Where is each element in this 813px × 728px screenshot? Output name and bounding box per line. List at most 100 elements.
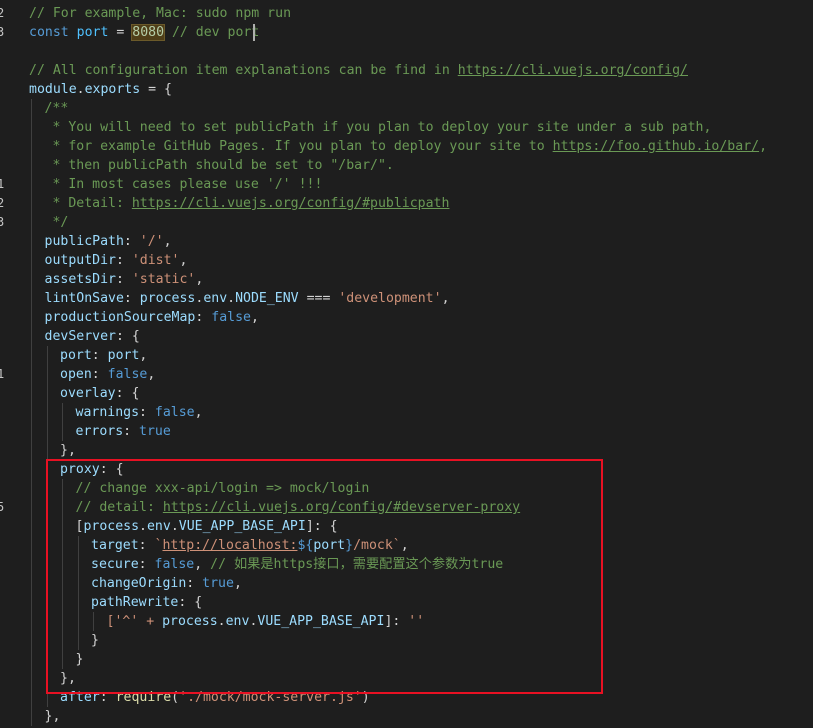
indent-guide [62, 536, 63, 555]
indent-guide [46, 688, 48, 707]
code-token: exports [84, 82, 141, 97]
code-line[interactable]: ['^' + process.env.VUE_APP_BASE_API]: '' [107, 612, 425, 631]
code-token: https://cli.vuejs.org/config/#publicpath [131, 196, 450, 211]
code-line[interactable]: */ [45, 213, 68, 232]
indent-guide [31, 118, 32, 137]
code-line[interactable]: } [76, 650, 84, 669]
code-line[interactable]: assetsDir: 'static', [45, 270, 204, 289]
indent-guide [46, 612, 48, 631]
code-token: VUE_APP_BASE_API [257, 614, 385, 629]
code-line[interactable]: after: require('./mock/mock-server.js') [60, 688, 370, 707]
code-token: . [139, 519, 147, 534]
code-line[interactable]: const port = 8080 // dev port [29, 23, 259, 42]
code-line[interactable]: publicPath: '/', [45, 232, 172, 251]
indent-guide [46, 669, 48, 688]
code-line[interactable]: open: false, [60, 365, 155, 384]
code-line[interactable]: [process.env.VUE_APP_BASE_API]: { [76, 517, 338, 536]
code-token: errors [75, 424, 124, 439]
code-token: }, [60, 443, 76, 458]
code-token: env [146, 519, 171, 534]
code-line[interactable]: module.exports = { [29, 80, 172, 99]
indent-guide [93, 612, 94, 631]
code-line[interactable]: }, [60, 669, 76, 688]
indent-guide [62, 612, 63, 631]
code-token: ( [171, 690, 180, 705]
code-token: false [211, 310, 251, 325]
code-token: process [139, 291, 196, 306]
code-token: false [154, 557, 195, 572]
code-token: /mock` [353, 538, 401, 553]
code-line[interactable]: * In most cases please use '/' !!! [45, 175, 322, 194]
indent-guide [31, 156, 32, 175]
code-token: . [76, 82, 85, 97]
code-token: publicPath [44, 234, 124, 249]
code-line[interactable]: } [91, 631, 99, 650]
code-line[interactable]: // detail: https://cli.vuejs.org/config/… [76, 498, 521, 517]
indent-guide [77, 555, 79, 574]
code-token: true [139, 424, 171, 439]
indent-guide [31, 517, 32, 536]
code-token: false [154, 405, 195, 420]
code-token: , [147, 367, 156, 382]
code-token: : [99, 690, 116, 705]
code-line[interactable]: * Detail: https://cli.vuejs.org/config/#… [44, 194, 450, 213]
code-token: warnings [75, 405, 140, 420]
code-line[interactable]: * You will need to set publicPath if you… [44, 118, 712, 137]
code-token: } [345, 538, 354, 553]
code-token: , [139, 348, 148, 363]
indent-guide [46, 593, 48, 612]
indent-guide [77, 574, 79, 593]
code-token: . [170, 519, 179, 534]
code-token: open [60, 367, 92, 382]
code-line[interactable]: // For example, Mac: sudo npm run [29, 4, 291, 23]
code-line[interactable]: lintOnSave: process.env.NODE_ENV === 'de… [45, 289, 450, 308]
code-line[interactable]: target: `http://localhost:${port}/mock`, [91, 536, 409, 555]
indent-guide [77, 631, 79, 650]
indent-guide [31, 308, 32, 327]
code-line[interactable]: warnings: false, [76, 403, 203, 422]
code-token: // detail: [75, 500, 163, 515]
code-token: '' [408, 614, 425, 629]
indent-guide [62, 422, 63, 441]
code-token: } [75, 652, 84, 667]
code-line[interactable]: * then publicPath should be set to "/bar… [45, 156, 393, 175]
code-token: './mock/mock-server.js' [179, 690, 362, 705]
code-line[interactable]: changeOrigin: true, [91, 574, 242, 593]
code-token: . [227, 291, 236, 306]
code-token: * You will need to set publicPath if you… [44, 120, 712, 135]
indent-guide [46, 555, 48, 574]
code-token: : [195, 310, 212, 325]
indent-guide [46, 536, 48, 555]
code-line[interactable]: outputDir: 'dist', [45, 251, 188, 270]
code-token: : [115, 272, 132, 287]
indent-guide [31, 270, 32, 289]
indent-guide [62, 403, 63, 422]
text-cursor [252, 24, 255, 41]
code-token: * Detail: [44, 196, 132, 211]
code-line[interactable]: }, [60, 441, 76, 460]
code-line[interactable]: secure: false, // 如果是https接口，需要配置这个参数为tr… [91, 555, 503, 574]
code-token: , [179, 253, 188, 268]
code-editor[interactable]: 2312315 // For example, Mac: sudo npm ru… [0, 0, 813, 728]
indent-guide [31, 384, 32, 403]
code-area[interactable]: // For example, Mac: sudo npm run const p… [0, 0, 813, 728]
code-token: https://cli.vuejs.org/config/ [457, 63, 688, 78]
indent-guide [31, 175, 32, 194]
code-line[interactable]: overlay: { [60, 384, 139, 403]
code-line[interactable]: // change xxx-api/login => mock/login [76, 479, 370, 498]
code-line[interactable]: /** [45, 99, 69, 118]
code-line[interactable]: productionSourceMap: false, [45, 308, 259, 327]
code-line[interactable]: // All configuration item explanations c… [29, 61, 688, 80]
code-line[interactable]: errors: true [76, 422, 171, 441]
code-line[interactable]: pathRewrite: { [91, 593, 202, 612]
code-line[interactable]: proxy: { [60, 460, 124, 479]
code-line[interactable]: * for example GitHub Pages. If you plan … [45, 137, 767, 156]
code-line[interactable]: port: port, [60, 346, 147, 365]
code-token: VUE_APP_BASE_API [178, 519, 306, 534]
code-line[interactable]: devServer: { [45, 327, 140, 346]
code-token: }, [44, 709, 61, 724]
indent-guide [62, 593, 63, 612]
code-token: assetsDir [44, 272, 116, 287]
code-line[interactable]: }, [45, 707, 61, 726]
indent-guide [31, 612, 32, 631]
